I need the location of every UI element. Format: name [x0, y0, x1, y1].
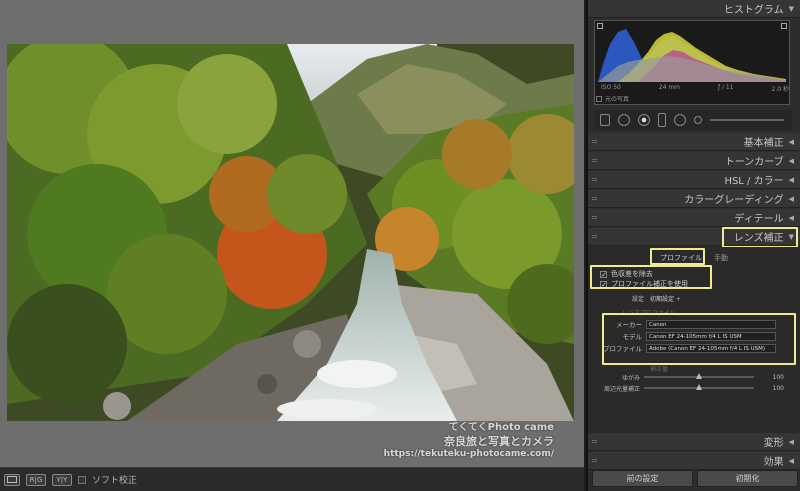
vignetting-row: 周辺光量補正 100: [588, 383, 800, 393]
distortion-label: ゆがみ: [621, 374, 640, 382]
grip-icon: [592, 159, 597, 162]
vignetting-value[interactable]: 100: [754, 385, 784, 392]
tone-curve-header[interactable]: トーンカーブ ◀: [588, 152, 800, 170]
grip-icon: [592, 440, 597, 443]
profile-tab-highlight: [650, 248, 705, 265]
expand-triangle-icon: ◀: [788, 456, 794, 465]
aperture-value: ƒ / 11: [717, 84, 734, 91]
iso-value: ISO 50: [601, 84, 621, 91]
watermark: てくてくPhoto came 奈良旅と写真とカメラ https://tekute…: [384, 418, 554, 459]
crop-tool-icon[interactable]: [600, 114, 610, 126]
effects-title: 効果: [763, 457, 784, 468]
color-grading-title: カラーグレーディング: [684, 195, 784, 206]
before-after-rg-button[interactable]: R|G: [26, 473, 46, 486]
distortion-value[interactable]: 100: [754, 374, 784, 381]
expand-triangle-icon: ◀: [788, 156, 794, 165]
reset-button[interactable]: 初期化: [697, 470, 798, 487]
grip-icon: [592, 140, 597, 143]
vignetting-thumb[interactable]: [696, 384, 702, 390]
grip-icon: [592, 459, 597, 462]
focal-length-value: 24 mm: [658, 84, 681, 91]
transform-header[interactable]: 変形 ◀: [588, 433, 800, 451]
distortion-row: ゆがみ 100: [588, 372, 800, 382]
tool-slider[interactable]: [710, 119, 784, 121]
setup-dropdown[interactable]: 初期設定 ÷: [650, 294, 681, 303]
graduated-filter-icon[interactable]: [658, 113, 666, 127]
hsl-title: HSL / カラー: [724, 176, 784, 187]
vignetting-label: 周辺光量補正: [603, 385, 640, 393]
exif-info: ISO 50 24 mm ƒ / 11 2.0 秒: [601, 84, 789, 93]
histogram-header[interactable]: ヒストグラム ▼: [588, 0, 800, 18]
tab-manual[interactable]: 手動: [714, 253, 728, 263]
effects-header[interactable]: 効果 ◀: [588, 452, 800, 470]
distortion-thumb[interactable]: [696, 373, 702, 379]
photo-image: [7, 44, 574, 421]
bottom-toolbar: R|G Y|Y ソフト校正: [0, 467, 584, 491]
photo-preview[interactable]: [7, 44, 574, 421]
grip-icon: [592, 197, 597, 200]
expand-triangle-icon: ◀: [788, 137, 794, 146]
expand-triangle-icon: ◀: [788, 437, 794, 446]
previous-settings-button[interactable]: 前の設定: [592, 470, 693, 487]
highlight-clip-icon[interactable]: [781, 23, 787, 29]
histogram-graph: [598, 24, 786, 82]
main-view: てくてくPhoto came 奈良旅と写真とカメラ https://tekute…: [0, 0, 584, 467]
basic-panel-header[interactable]: 基本補正 ◀: [588, 133, 800, 151]
shadow-clip-icon[interactable]: [597, 23, 603, 29]
bottom-buttons: 前の設定 初期化: [588, 470, 800, 490]
radial-filter-icon[interactable]: [674, 114, 686, 126]
grip-icon: [592, 216, 597, 219]
tool-strip: [594, 110, 792, 130]
detail-header[interactable]: ディテール ◀: [588, 209, 800, 227]
distortion-slider[interactable]: [644, 373, 754, 379]
lens-correction-panel: プロファイル 手動 ✓ 色収差を除去 ✓ プロファイル補正を使用 設定 初期設定…: [588, 247, 800, 433]
basic-panel-title: 基本補正: [743, 138, 784, 149]
expand-triangle-icon: ◀: [788, 194, 794, 203]
soft-proof-checkbox[interactable]: [78, 475, 86, 484]
lens-fields-highlight: [602, 313, 796, 365]
hsl-header[interactable]: HSL / カラー ◀: [588, 171, 800, 189]
expand-triangle-icon: ◀: [788, 213, 794, 222]
lens-header-highlight: [722, 227, 798, 248]
before-after-yy-button[interactable]: Y|Y: [52, 473, 72, 486]
detail-title: ディテール: [734, 214, 784, 225]
original-photo-checkbox[interactable]: [596, 95, 602, 102]
setup-label: 設定: [632, 296, 645, 303]
collapse-triangle-icon: ▼: [788, 4, 794, 13]
grip-icon: [592, 178, 597, 181]
histogram: ISO 50 24 mm ƒ / 11 2.0 秒: [594, 20, 790, 105]
red-eye-icon[interactable]: [638, 114, 650, 126]
transform-title: 変形: [763, 438, 784, 449]
original-photo-toggle[interactable]: 元の写真: [596, 94, 629, 103]
watermark-line-2: 奈良旅と写真とカメラ: [444, 435, 554, 448]
adjustment-brush-icon[interactable]: [694, 116, 702, 124]
histogram-title: ヒストグラム: [723, 5, 784, 16]
vignetting-slider[interactable]: [644, 384, 754, 390]
color-grading-header[interactable]: カラーグレーディング ◀: [588, 190, 800, 208]
soft-proof-label: ソフト校正: [92, 476, 138, 486]
shutter-value: 2.0 秒: [771, 86, 789, 93]
watermark-line-3: https://tekuteku-photocame.com/: [383, 449, 554, 459]
loupe-icon: [7, 476, 17, 483]
checkbox-highlight: [590, 265, 712, 289]
loupe-view-button[interactable]: [4, 473, 20, 486]
tone-curve-title: トーンカーブ: [724, 157, 784, 168]
watermark-line-1: てくてくPhoto came: [448, 422, 554, 433]
original-photo-label: 元の写真: [605, 96, 630, 103]
expand-triangle-icon: ◀: [788, 175, 794, 184]
spot-removal-icon[interactable]: [618, 114, 630, 126]
develop-right-panel: ヒストグラム ▼ ISO 50 24 mm ƒ / 11 2.0 秒 元の写真 基…: [586, 0, 800, 491]
grip-icon: [592, 235, 597, 238]
